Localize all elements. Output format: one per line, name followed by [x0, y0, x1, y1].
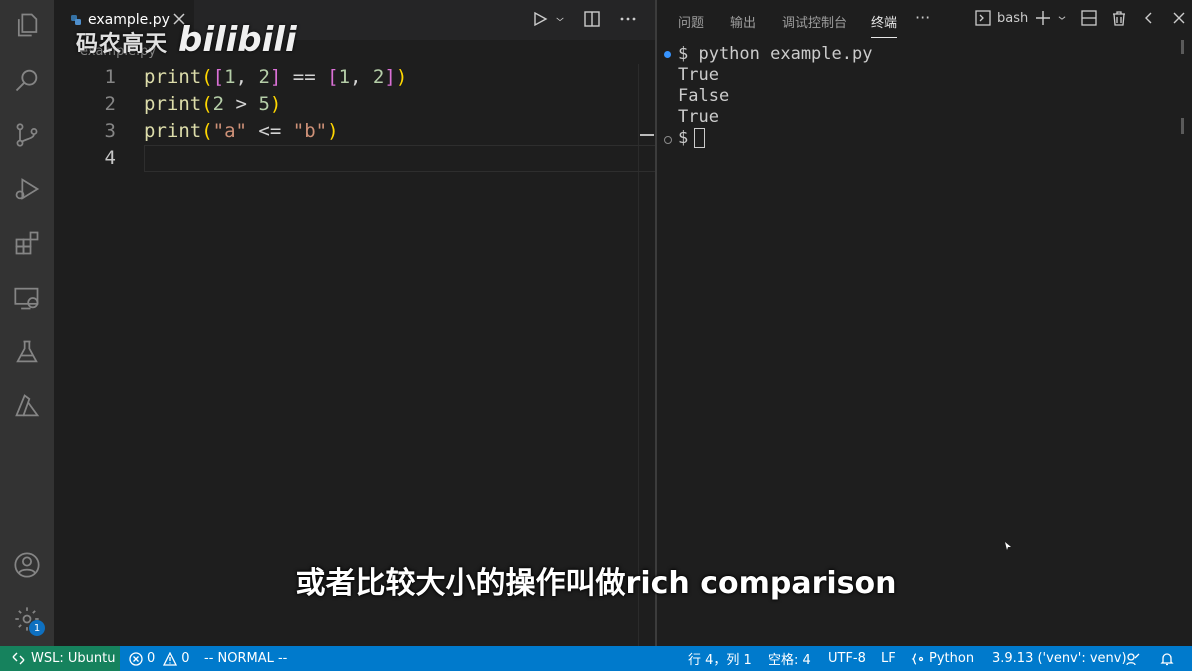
terminal-line: True	[678, 65, 719, 85]
warning-icon	[163, 651, 178, 666]
vim-mode: -- NORMAL --	[204, 651, 288, 666]
command-success-icon[interactable]	[664, 51, 671, 58]
bilibili-logo: bilibili	[178, 20, 297, 60]
tab-problems[interactable]: 问题	[678, 12, 704, 31]
terminal-prompt: $	[678, 128, 706, 149]
command-pending-icon[interactable]	[664, 136, 672, 144]
source-control-icon[interactable]	[0, 110, 54, 160]
terminal-panel: 问题 输出 调试控制台 终端 ··· bash $ python example…	[657, 0, 1192, 646]
split-terminal-icon[interactable]	[1081, 10, 1097, 26]
remote-indicator[interactable]: WSL: Ubuntu	[0, 646, 120, 671]
new-terminal-icon[interactable]	[1035, 10, 1051, 26]
editor-actions	[531, 10, 637, 28]
terminal-line: False	[678, 86, 730, 106]
video-subtitle: 或者比较大小的操作叫做rich comparison	[295, 566, 897, 601]
terminal-line: True	[678, 107, 719, 127]
chevron-down-icon[interactable]	[555, 10, 565, 28]
error-count: 0	[147, 651, 156, 666]
status-bar: WSL: Ubuntu 0 0 -- NORMAL -- 行 4，列 1 空格:…	[0, 646, 1192, 671]
testing-icon[interactable]	[0, 327, 54, 377]
current-line-highlight	[144, 145, 656, 172]
braces-icon	[911, 652, 924, 665]
line-number: 3	[104, 120, 116, 142]
more-actions-icon[interactable]	[619, 10, 637, 28]
line-number: 1	[104, 66, 116, 88]
encoding[interactable]: UTF-8	[828, 646, 866, 671]
python-file-icon	[71, 15, 81, 25]
run-icon[interactable]	[531, 10, 549, 28]
overview-ruler-cursor	[640, 134, 654, 136]
chevron-left-icon[interactable]	[1141, 10, 1157, 26]
trash-icon[interactable]	[1111, 10, 1127, 26]
panel-actions	[1035, 10, 1187, 26]
settings-badge: 1	[29, 620, 45, 636]
indentation[interactable]: 空格: 4	[768, 646, 811, 671]
code-text: print([1, 2] == [1, 2])	[144, 66, 408, 88]
azure-icon[interactable]	[0, 381, 54, 431]
extensions-icon[interactable]	[0, 218, 54, 268]
explorer-icon[interactable]	[0, 0, 54, 50]
split-editor-icon[interactable]	[583, 10, 601, 28]
editor-group: example.py example.py 1 print([1, 2] == …	[54, 0, 656, 646]
code-line: 2 print(2 > 5)	[54, 91, 655, 118]
terminal-scroll-marker	[1181, 118, 1184, 134]
run-debug-icon[interactable]	[0, 164, 54, 214]
cursor-position[interactable]: 行 4，列 1	[688, 646, 752, 671]
terminal-scrollbar[interactable]	[1181, 40, 1184, 54]
tab-output[interactable]: 输出	[730, 12, 756, 31]
channel-watermark: 码农高天	[76, 32, 169, 57]
problems-indicator[interactable]: 0 0	[129, 646, 190, 671]
terminal-selector[interactable]: bash	[975, 10, 1028, 26]
error-icon	[129, 651, 143, 666]
feedback-icon[interactable]	[1126, 646, 1140, 671]
code-text: print("a" <= "b")	[144, 120, 339, 142]
remote-explorer-icon[interactable]	[0, 273, 54, 323]
code-text: print(2 > 5)	[144, 93, 282, 115]
notifications-bell-icon[interactable]	[1160, 646, 1174, 671]
terminal-line: $ python example.py	[678, 44, 873, 64]
python-interpreter[interactable]: 3.9.13 ('venv': venv)	[992, 646, 1127, 671]
tab-debug-console[interactable]: 调试控制台	[782, 12, 847, 31]
warning-count: 0	[181, 651, 190, 666]
language-label: Python	[929, 651, 975, 666]
tab-terminal[interactable]: 终端	[871, 12, 898, 38]
chevron-down-icon[interactable]	[1057, 10, 1067, 26]
terminal-icon	[975, 10, 991, 26]
end-of-line[interactable]: LF	[881, 646, 896, 671]
remote-icon	[12, 652, 25, 665]
panel-tab-bar: 问题 输出 调试控制台 终端 ··· bash	[657, 0, 1192, 40]
close-panel-icon[interactable]	[1171, 10, 1187, 26]
more-tabs-icon[interactable]: ···	[915, 8, 930, 27]
search-icon[interactable]	[0, 55, 54, 105]
terminal-cursor	[694, 128, 706, 148]
line-number: 4	[104, 147, 116, 169]
code-line: 1 print([1, 2] == [1, 2])	[54, 64, 655, 91]
terminal-name: bash	[997, 10, 1029, 26]
language-mode[interactable]: Python	[911, 646, 974, 671]
mouse-cursor-icon	[1005, 542, 1011, 550]
activity-bar: 1	[0, 0, 54, 646]
line-number: 2	[104, 93, 116, 115]
remote-label: WSL: Ubuntu	[31, 651, 116, 666]
code-line: 3 print("a" <= "b")	[54, 118, 655, 145]
